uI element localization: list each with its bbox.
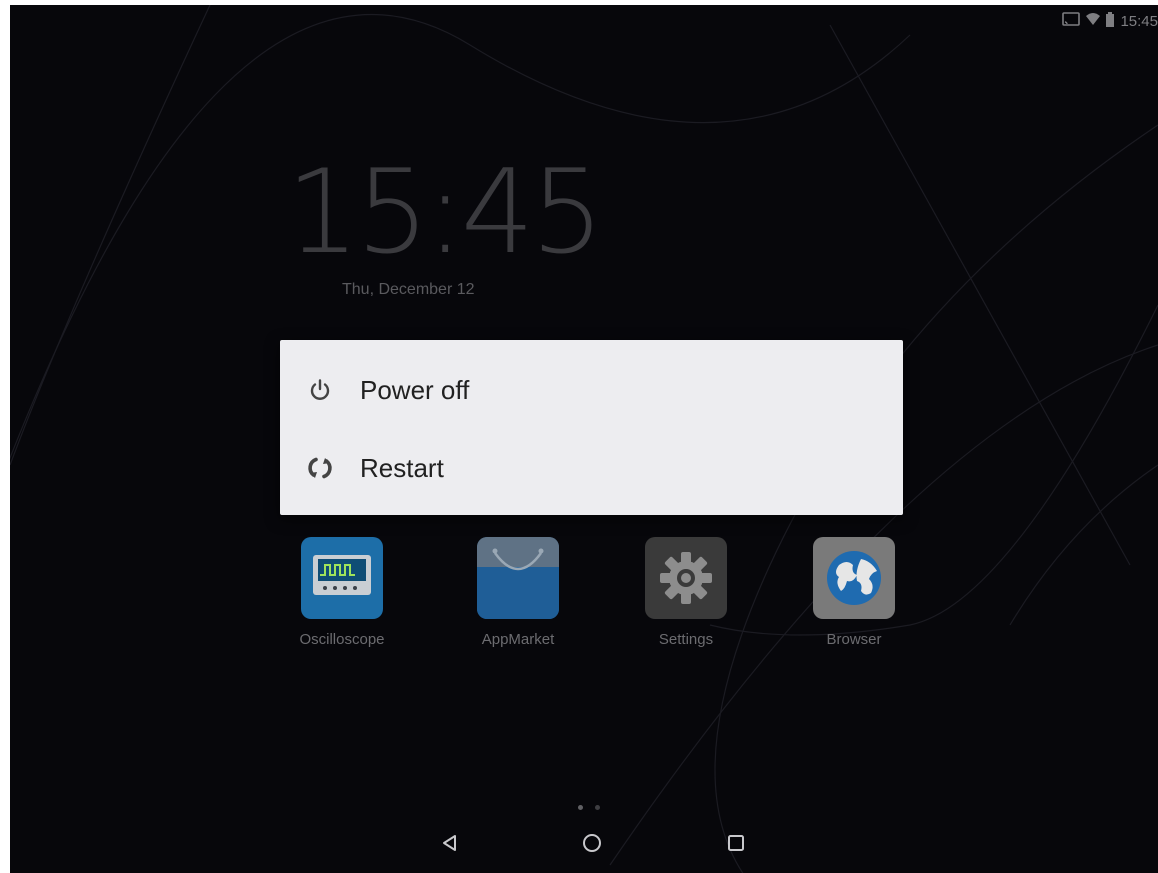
home-icon bbox=[583, 834, 601, 852]
restart-option[interactable]: Restart bbox=[280, 432, 903, 504]
status-time: 15:45 bbox=[1120, 12, 1158, 30]
lockscreen-clock: 15:45 bbox=[286, 145, 604, 280]
navigation-bar bbox=[10, 813, 1158, 873]
app-label: Oscilloscope bbox=[299, 631, 385, 648]
page-dot bbox=[578, 805, 583, 810]
app-settings[interactable]: Settings bbox=[616, 537, 756, 648]
app-label: Browser bbox=[826, 631, 882, 648]
page-indicator bbox=[578, 805, 600, 810]
power-off-label: Power off bbox=[360, 374, 470, 405]
globe-icon bbox=[813, 537, 895, 619]
back-icon bbox=[443, 835, 456, 851]
power-menu-dialog: Power off Restart bbox=[280, 340, 903, 515]
status-bar: 15:45 bbox=[1062, 11, 1158, 31]
app-browser[interactable]: Browser bbox=[784, 537, 924, 648]
recents-icon bbox=[728, 835, 744, 851]
device-screen: 15:45 15:45 Thu, December 12 Oscilloscop… bbox=[10, 5, 1158, 873]
gear-icon bbox=[645, 537, 727, 619]
app-appmarket[interactable]: AppMarket bbox=[448, 537, 588, 648]
cast-icon bbox=[1062, 12, 1081, 30]
restart-icon bbox=[306, 454, 334, 482]
app-oscilloscope[interactable]: Oscilloscope bbox=[272, 537, 412, 648]
battery-icon bbox=[1106, 11, 1115, 31]
back-button[interactable] bbox=[430, 823, 470, 863]
power-icon bbox=[306, 376, 334, 404]
wifi-icon bbox=[1086, 12, 1101, 30]
power-off-option[interactable]: Power off bbox=[280, 354, 903, 426]
app-grid: Oscilloscope AppMarket Settings Browser bbox=[272, 537, 952, 667]
shopping-bag-icon bbox=[477, 537, 559, 619]
page-dot bbox=[595, 805, 600, 810]
lockscreen-date: Thu, December 12 bbox=[342, 281, 475, 298]
app-label: Settings bbox=[658, 631, 714, 648]
home-button[interactable] bbox=[572, 823, 612, 863]
app-label: AppMarket bbox=[481, 631, 555, 648]
restart-label: Restart bbox=[360, 452, 444, 483]
oscilloscope-icon bbox=[301, 537, 383, 619]
recents-button[interactable] bbox=[716, 823, 756, 863]
